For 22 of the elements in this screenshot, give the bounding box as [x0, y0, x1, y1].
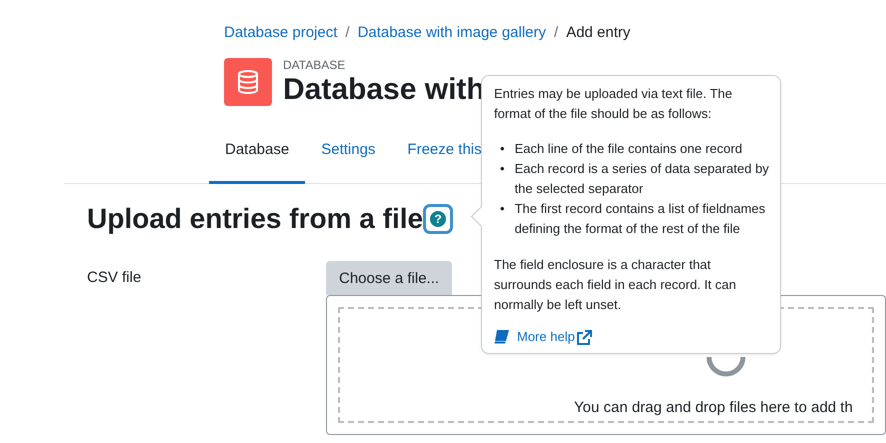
help-button[interactable]: ? — [423, 204, 454, 234]
field-label: CSV file — [87, 268, 142, 288]
breadcrumb-link[interactable]: Database project — [224, 23, 338, 43]
activity-type: DATABASE — [283, 58, 346, 72]
breadcrumb-current: Add entry — [566, 23, 630, 43]
breadcrumb-separator: / — [554, 23, 558, 43]
help-list-item: Each record is a series of data separated by the selected separator — [514, 160, 770, 198]
help-list-item: The first record contains a list of fieldnames defining the format of the rest of the file — [514, 200, 766, 238]
section-heading: Upload entries from a file — [87, 202, 424, 236]
breadcrumb-link[interactable]: Database with image gallery — [358, 23, 546, 43]
tab[interactable]: Settings — [305, 118, 392, 184]
more-help-link[interactable]: More help — [517, 327, 592, 347]
list-bullet: • — [500, 160, 505, 178]
list-bullet: • — [500, 140, 505, 158]
list-bullet: • — [500, 200, 505, 218]
drop-hint: You can drag and drop files here to add th — [574, 399, 853, 416]
page-title: Database with — [283, 72, 485, 108]
tab[interactable]: Database — [209, 118, 306, 184]
help-text: Entries may be uploaded via text file. The format of the file should be as follows: — [494, 85, 734, 123]
help-list-item: Each line of the file contains one record — [514, 140, 742, 158]
breadcrumb-separator: / — [345, 23, 350, 43]
choose-file-button[interactable]: Choose a file... — [326, 261, 452, 295]
